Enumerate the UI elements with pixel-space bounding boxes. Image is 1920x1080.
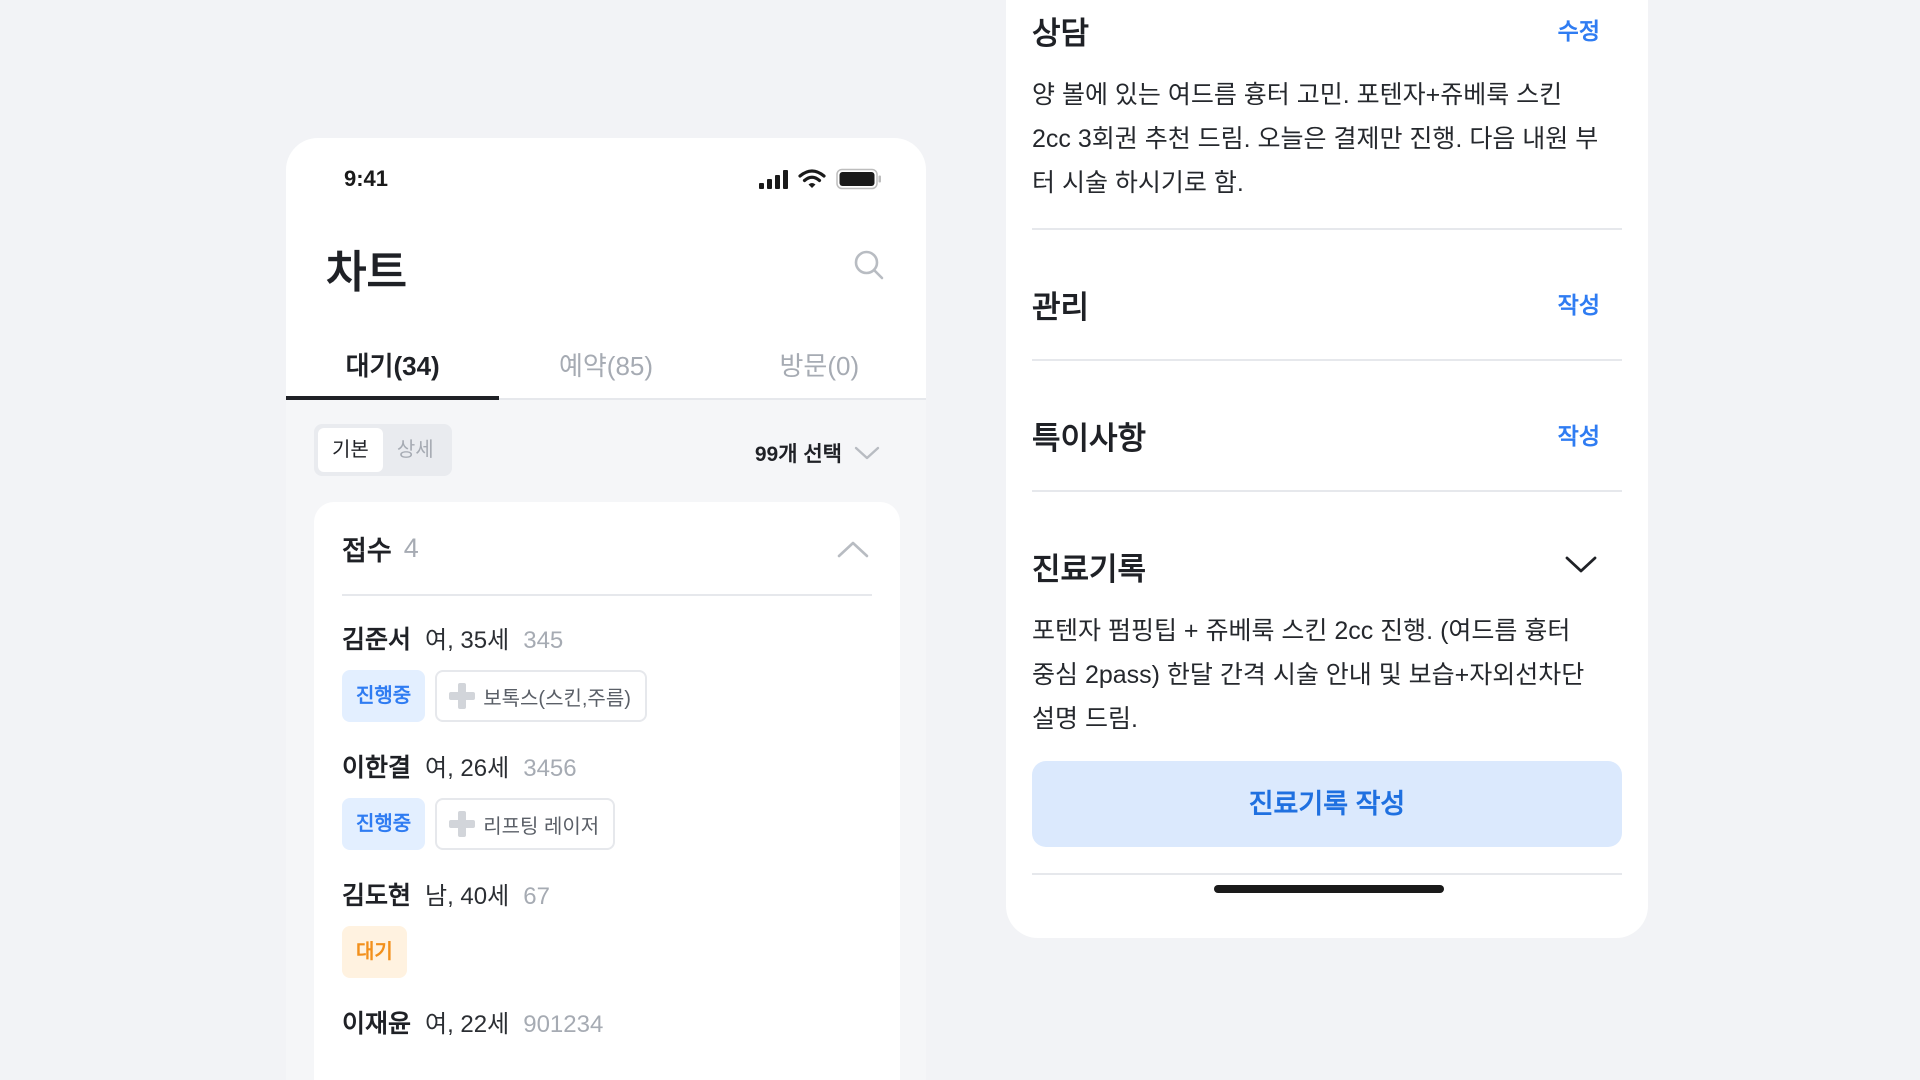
chevron-down-icon[interactable] [1564, 554, 1598, 576]
divider [1032, 359, 1622, 361]
procedure-label: 보톡스(스킨,주름) [483, 687, 631, 710]
list-item[interactable]: 김도현 남, 40세 67 대기 [342, 876, 872, 978]
record-text: 포텐자 펌핑팁 + 쥬베룩 스킨 2cc 진행. (여드름 흉터 중심 2pas… [1032, 609, 1622, 741]
record-section: 진료기록 포텐자 펌핑팁 + 쥬베룩 스킨 2cc 진행. (여드름 흉터 중심… [1032, 544, 1622, 741]
record-line: 설명 드림. [1032, 705, 1138, 733]
list-item[interactable]: 이재윤 여, 22세 901234 [342, 1004, 872, 1040]
procedure-tag[interactable]: 보톡스(스킨,주름) [435, 670, 647, 722]
status-tabs: 대기(34) 예약(85) 방문(0) [286, 330, 926, 400]
home-indicator [1214, 885, 1444, 893]
notes-section: 특이사항 작성 [1032, 413, 1622, 458]
patient-name: 이재윤 [342, 1010, 412, 1038]
patient-name: 김도현 [342, 882, 412, 910]
record-line: 포텐자 펌핑팁 + 쥬베룩 스킨 2cc 진행. (여드름 흉터 [1032, 617, 1571, 645]
chart-detail-screen: 상담 수정 양 볼에 있는 여드름 흉터 고민. 포텐자+쥬베룩 스킨 2cc … [1006, 0, 1648, 938]
divider [1032, 490, 1622, 492]
list-item[interactable]: 이한결 여, 26세 3456 진행중 리프팅 레이저 [342, 748, 872, 850]
consult-edit-button[interactable]: 수정 [1558, 12, 1600, 46]
patient-info: 여, 22세 [425, 1011, 510, 1038]
search-icon[interactable] [852, 248, 886, 282]
header: 9:41 차트 대기(34) 예약(85) 방문(0) [286, 138, 926, 400]
tab-waiting[interactable]: 대기(34) [286, 330, 500, 400]
section-title: 접수 [342, 535, 392, 566]
plus-icon [449, 683, 476, 709]
tab-visit[interactable]: 방문(0) [713, 330, 926, 398]
wifi-icon [798, 169, 826, 188]
consult-line: 터 시술 하시기로 함. [1032, 169, 1244, 197]
patient-info: 여, 35세 [425, 627, 510, 654]
patient-id: 901234 [523, 1011, 604, 1038]
reception-card: 접수 4 김준서 여, 35세 345 진행중 보톡스(스킨,주름) 이한결 여… [314, 502, 900, 1080]
patient-id: 345 [523, 627, 564, 654]
page-title: 차트 [326, 248, 407, 297]
cellular-signal-icon [759, 169, 788, 189]
battery-icon [836, 168, 881, 190]
view-toggle: 기본 상세 [314, 424, 452, 476]
view-basic-button[interactable]: 기본 [318, 428, 383, 472]
status-badge: 대기 [342, 926, 407, 978]
tab-reservation[interactable]: 예약(85) [499, 330, 712, 398]
manage-write-button[interactable]: 작성 [1558, 286, 1600, 320]
view-detail-button[interactable]: 상세 [383, 428, 448, 472]
patient-id: 3456 [523, 755, 577, 782]
status-time: 9:41 [344, 166, 389, 191]
write-record-button[interactable]: 진료기록 작성 [1032, 761, 1622, 847]
list-item[interactable]: 김준서 여, 35세 345 진행중 보톡스(스킨,주름) [342, 620, 872, 722]
patient-name: 김준서 [342, 626, 412, 654]
patient-name: 이한결 [342, 754, 412, 782]
consult-section: 상담 수정 양 볼에 있는 여드름 흉터 고민. 포텐자+쥬베룩 스킨 2cc … [1032, 8, 1622, 205]
divider [1032, 228, 1622, 230]
record-line: 중심 2pass) 한달 간격 시술 안내 및 보습+자외선차단 [1032, 661, 1585, 689]
status-icons [759, 168, 882, 190]
record-title: 진료기록 [1032, 552, 1147, 587]
status-badge: 진행중 [342, 670, 426, 722]
patient-info: 남, 40세 [425, 883, 510, 910]
procedure-label: 리프팅 레이저 [483, 815, 600, 838]
patient-info: 여, 26세 [425, 755, 510, 782]
consult-line: 2cc 3회권 추천 드림. 오늘은 결제만 진행. 다음 내원 부 [1032, 125, 1599, 153]
procedure-tag[interactable]: 리프팅 레이저 [435, 798, 616, 850]
patient-list: 김준서 여, 35세 345 진행중 보톡스(스킨,주름) 이한결 여, 26세… [342, 620, 872, 1066]
manage-title: 관리 [1032, 290, 1090, 325]
chart-list-screen: 9:41 차트 대기(34) 예약(85) 방문(0) 기본 상세 99개 선택… [286, 138, 926, 1080]
status-badge: 진행중 [342, 798, 426, 850]
select-dropdown[interactable]: 99개 선택 [755, 438, 880, 468]
filter-row: 기본 상세 99개 선택 [286, 400, 926, 504]
divider [1032, 873, 1622, 875]
chevron-down-icon [854, 446, 880, 460]
section-count: 4 [403, 532, 419, 563]
consult-title: 상담 [1032, 16, 1090, 51]
consult-line: 양 볼에 있는 여드름 흉터 고민. 포텐자+쥬베룩 스킨 [1032, 81, 1563, 109]
notes-write-button[interactable]: 작성 [1558, 417, 1600, 451]
consult-text: 양 볼에 있는 여드름 흉터 고민. 포텐자+쥬베룩 스킨 2cc 3회권 추천… [1032, 73, 1622, 205]
reception-header: 접수 4 [342, 502, 872, 596]
manage-section: 관리 작성 [1032, 282, 1622, 327]
notes-title: 특이사항 [1032, 421, 1147, 456]
patient-id: 67 [523, 883, 550, 910]
chevron-up-icon[interactable] [836, 538, 870, 560]
plus-icon [449, 811, 476, 837]
select-dropdown-label: 99개 선택 [754, 443, 842, 466]
